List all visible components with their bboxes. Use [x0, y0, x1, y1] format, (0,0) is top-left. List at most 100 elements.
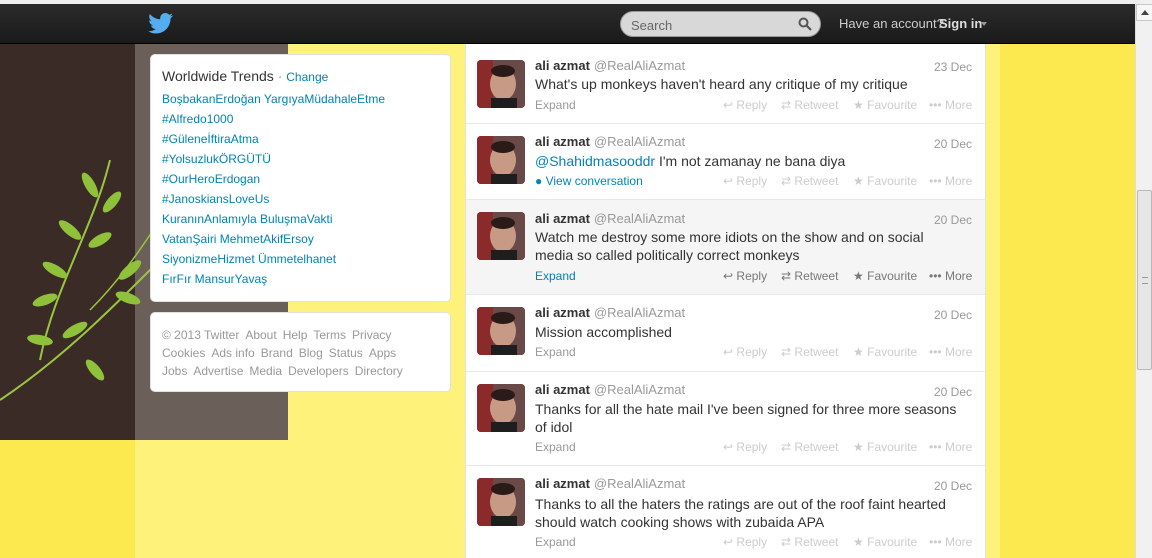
author-name[interactable]: ali azmat: [535, 476, 590, 491]
trend-item[interactable]: VatanŞairi MehmetAkifErsoy: [162, 232, 385, 252]
retweet-button[interactable]: ⇄ Retweet: [781, 98, 838, 112]
search-field[interactable]: [620, 11, 821, 37]
author-name[interactable]: ali azmat: [535, 305, 590, 320]
retweet-button[interactable]: ⇄ Retweet: [781, 269, 838, 283]
footer-link-media[interactable]: Media: [249, 364, 282, 378]
tweet-date[interactable]: 23 Dec: [934, 60, 972, 74]
more-button[interactable]: ••• More: [929, 345, 972, 359]
author-name[interactable]: ali azmat: [535, 58, 590, 73]
author-handle[interactable]: @RealAliAzmat: [594, 134, 685, 149]
expand-link[interactable]: Expand: [535, 535, 576, 549]
trend-item[interactable]: FırFır MansurYavaş: [162, 272, 385, 292]
favourite-button[interactable]: ★ Favourite: [853, 269, 917, 283]
scrollbar-thumb[interactable]: [1137, 190, 1152, 370]
tweet[interactable]: ali azmat @RealAliAzmat 20 Dec Thanks to …: [466, 466, 985, 558]
reply-button[interactable]: ↩ Reply: [723, 269, 767, 283]
author-handle[interactable]: @RealAliAzmat: [594, 211, 685, 226]
search-icon[interactable]: [798, 17, 812, 31]
avatar[interactable]: [477, 478, 525, 526]
window-scrollbar[interactable]: [1135, 4, 1152, 558]
more-button[interactable]: ••• More: [929, 269, 972, 283]
trend-item[interactable]: #OurHeroErdogan: [162, 172, 385, 192]
favourite-button[interactable]: ★ Favourite: [853, 345, 917, 359]
favourite-button[interactable]: ★ Favourite: [853, 174, 917, 188]
footer-link-cookies[interactable]: Cookies: [162, 346, 205, 360]
more-button[interactable]: ••• More: [929, 535, 972, 549]
tweet[interactable]: ali azmat @RealAliAzmat 20 Dec Mission ac…: [466, 295, 985, 372]
tweet-date[interactable]: 20 Dec: [934, 213, 972, 227]
reply-button[interactable]: ↩ Reply: [723, 440, 767, 454]
trend-item[interactable]: #JanoskiansLoveUs: [162, 192, 385, 212]
footer-link-jobs[interactable]: Jobs: [162, 364, 187, 378]
tweet[interactable]: ali azmat @RealAliAzmat 20 Dec Thanks for…: [466, 372, 985, 466]
favourite-button[interactable]: ★ Favourite: [853, 98, 917, 112]
footer-link-help[interactable]: Help: [283, 328, 308, 342]
footer-link-brand[interactable]: Brand: [261, 346, 293, 360]
favourite-button[interactable]: ★ Favourite: [853, 440, 917, 454]
tweet-date[interactable]: 20 Dec: [934, 137, 972, 151]
tweet-date[interactable]: 20 Dec: [934, 385, 972, 399]
search-input[interactable]: [631, 16, 791, 34]
tweet[interactable]: ali azmat @RealAliAzmat 23 Dec What's up …: [466, 44, 985, 124]
tweet-author[interactable]: ali azmat @RealAliAzmat: [535, 476, 685, 491]
tweet-date[interactable]: 20 Dec: [934, 308, 972, 322]
author-handle[interactable]: @RealAliAzmat: [594, 305, 685, 320]
trend-item[interactable]: #Alfredo1000: [162, 112, 385, 132]
reply-button[interactable]: ↩ Reply: [723, 345, 767, 359]
retweet-button[interactable]: ⇄ Retweet: [781, 174, 838, 188]
tweet-date[interactable]: 20 Dec: [934, 479, 972, 493]
footer-link-privacy[interactable]: Privacy: [352, 328, 391, 342]
expand-link[interactable]: Expand: [535, 98, 576, 112]
expand-link[interactable]: Expand: [535, 269, 576, 283]
tweet-author[interactable]: ali azmat @RealAliAzmat: [535, 382, 685, 397]
trend-item[interactable]: BoşbakanErdoğan YargıyaMüdahaleEtme: [162, 92, 385, 112]
retweet-button[interactable]: ⇄ Retweet: [781, 535, 838, 549]
avatar[interactable]: [477, 136, 525, 184]
footer-link-blog[interactable]: Blog: [299, 346, 323, 360]
trend-item[interactable]: KuranınAnlamıyla BuluşmaVakti: [162, 212, 385, 232]
trend-item[interactable]: #GüleneİftiraAtma: [162, 132, 385, 152]
expand-link[interactable]: Expand: [535, 440, 576, 454]
avatar[interactable]: [477, 212, 525, 260]
scroll-up-arrow-icon[interactable]: [1136, 4, 1152, 21]
avatar[interactable]: [477, 384, 525, 432]
view-conversation-link[interactable]: ● View conversation: [535, 174, 643, 188]
trend-item[interactable]: SiyonizmeHizmet Ümmetelhanet: [162, 252, 385, 272]
footer-link-directory[interactable]: Directory: [355, 364, 403, 378]
tweet[interactable]: ali azmat @RealAliAzmat 20 Dec @Shahidmas…: [466, 124, 985, 200]
retweet-button[interactable]: ⇄ Retweet: [781, 440, 838, 454]
favourite-button[interactable]: ★ Favourite: [853, 535, 917, 549]
avatar[interactable]: [477, 307, 525, 355]
author-handle[interactable]: @RealAliAzmat: [594, 476, 685, 491]
tweet[interactable]: ali azmat @RealAliAzmat 20 Dec Watch me d…: [466, 200, 985, 295]
footer-link-terms[interactable]: Terms: [313, 328, 346, 342]
tweet-author[interactable]: ali azmat @RealAliAzmat: [535, 58, 685, 73]
author-name[interactable]: ali azmat: [535, 134, 590, 149]
tweet-author[interactable]: ali azmat @RealAliAzmat: [535, 305, 685, 320]
footer-link-developers[interactable]: Developers: [288, 364, 349, 378]
footer-link-apps[interactable]: Apps: [369, 346, 396, 360]
author-handle[interactable]: @RealAliAzmat: [594, 58, 685, 73]
footer-link-about[interactable]: About: [245, 328, 276, 342]
more-button[interactable]: ••• More: [929, 98, 972, 112]
chevron-down-icon[interactable]: [981, 22, 987, 26]
tweet-author[interactable]: ali azmat @RealAliAzmat: [535, 211, 685, 226]
footer-link-status[interactable]: Status: [329, 346, 363, 360]
sign-in-link[interactable]: Sign in: [939, 16, 982, 31]
author-handle[interactable]: @RealAliAzmat: [594, 382, 685, 397]
mention-link[interactable]: @Shahidmasooddr: [535, 153, 655, 169]
reply-button[interactable]: ↩ Reply: [723, 174, 767, 188]
footer-link-advertise[interactable]: Advertise: [193, 364, 243, 378]
tweet-author[interactable]: ali azmat @RealAliAzmat: [535, 134, 685, 149]
reply-button[interactable]: ↩ Reply: [723, 98, 767, 112]
twitter-bird-icon[interactable]: [148, 12, 174, 36]
retweet-button[interactable]: ⇄ Retweet: [781, 345, 838, 359]
author-name[interactable]: ali azmat: [535, 211, 590, 226]
trends-change-link[interactable]: Change: [286, 70, 328, 84]
more-button[interactable]: ••• More: [929, 440, 972, 454]
reply-button[interactable]: ↩ Reply: [723, 535, 767, 549]
more-button[interactable]: ••• More: [929, 174, 972, 188]
footer-link-ads-info[interactable]: Ads info: [211, 346, 254, 360]
author-name[interactable]: ali azmat: [535, 382, 590, 397]
expand-link[interactable]: Expand: [535, 345, 576, 359]
